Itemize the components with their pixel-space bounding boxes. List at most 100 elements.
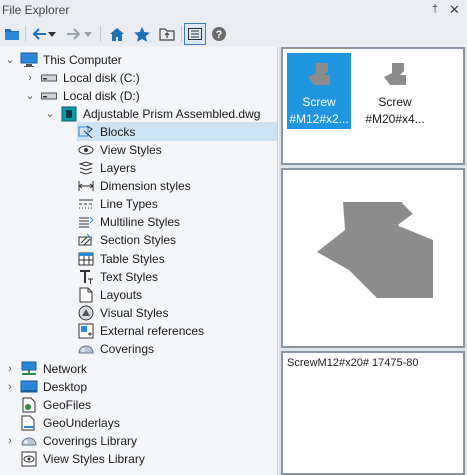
section-styles-icon (77, 231, 95, 249)
back-dropdown-icon[interactable] (45, 23, 59, 45)
tree-item-view-styles-library[interactable]: View Styles Library (0, 449, 277, 468)
tree-item-label: Section Styles (100, 232, 177, 247)
tree-item-text-styles[interactable]: Text Styles (77, 267, 277, 286)
tree-item-label: GeoUnderlays (43, 415, 120, 430)
tree-item-blocks[interactable]: Blocks (77, 122, 277, 141)
open-folder-icon[interactable] (1, 23, 23, 45)
tree-item-label: GeoFiles (43, 397, 92, 412)
description-panel: ScrewM12#x20# 17475-80 (281, 351, 465, 475)
toolbar-separator (25, 26, 26, 42)
tree-item-label: Adjustable Prism Assembled.dwg (83, 106, 261, 121)
forward-dropdown-icon[interactable] (81, 23, 95, 45)
tree-item-this-computer[interactable]: ⌄ This Computer (0, 50, 277, 69)
blocks-icon (77, 123, 95, 141)
preview-panel (281, 168, 465, 348)
layers-icon (77, 159, 95, 177)
tree-item-local-disk-d[interactable]: ⌄ Local disk (D:) (0, 86, 277, 105)
block-thumbnail[interactable]: Screw #M12#x2... (287, 53, 351, 129)
tree-item-label: Layers (100, 160, 137, 175)
tree-item-geofiles[interactable]: GeoFiles (0, 395, 277, 414)
pin-icon[interactable]: † (432, 3, 438, 15)
collapse-arrow-icon[interactable]: ⌄ (25, 90, 35, 102)
toolbar-separator (100, 26, 101, 42)
multiline-styles-icon (77, 213, 95, 231)
block-thumbnail[interactable]: Screw #M20#x4... (363, 53, 427, 129)
tree-item-label: Visual Styles (100, 305, 169, 320)
tree-item-geounderlays[interactable]: GeoUnderlays (0, 413, 277, 432)
tree-item-network[interactable]: › Network (0, 359, 277, 378)
tree-item-view-styles[interactable]: View Styles (77, 140, 277, 159)
tree-item-label: Table Styles (100, 251, 165, 266)
tree-item-label: Multiline Styles (100, 214, 181, 229)
expand-arrow-icon[interactable]: › (25, 72, 35, 84)
computer-icon (20, 51, 38, 69)
coverings-library-icon (20, 432, 38, 450)
tree-item-desktop[interactable]: › Desktop (0, 377, 277, 396)
tree-item-label: View Styles Library (43, 451, 145, 466)
tree-item-external-references[interactable]: External references (77, 321, 277, 340)
view-details-icon[interactable] (184, 23, 206, 45)
table-styles-icon (77, 250, 95, 268)
dwg-file-icon (60, 105, 78, 123)
tree-item-dwg-file[interactable]: ⌄ Adjustable Prism Assembled.dwg (0, 104, 277, 123)
toolbar: ? (0, 22, 467, 46)
tree-item-label: Line Types (100, 196, 158, 211)
block-preview-image (317, 200, 433, 298)
tree-item-label: View Styles (100, 142, 162, 157)
expand-arrow-icon[interactable]: › (5, 435, 15, 447)
desktop-icon (20, 378, 38, 396)
thumbnail-label: #M12#x2... (289, 112, 349, 126)
coverings-icon (77, 340, 95, 358)
tree-item-local-disk-c[interactable]: › Local disk (C:) (0, 68, 277, 87)
tree-item-dimension-styles[interactable]: Dimension styles (77, 176, 277, 195)
thumbnail-label: Screw (302, 95, 336, 109)
block-preview-icon (377, 57, 413, 93)
tree-item-label: Coverings Library (43, 433, 138, 448)
help-icon[interactable]: ? (208, 23, 230, 45)
tree-item-section-styles[interactable]: Section Styles (77, 230, 277, 249)
block-description: ScrewM12#x20# 17475-80 (287, 357, 419, 369)
tree-item-label: Desktop (43, 379, 88, 394)
tree-item-layouts[interactable]: Layouts (77, 285, 277, 304)
thumbnail-label: #M20#x4... (365, 112, 425, 126)
tree-item-table-styles[interactable]: Table Styles (77, 249, 277, 268)
geounderlays-icon (20, 414, 38, 432)
tree-item-label: External references (100, 323, 205, 338)
network-icon (20, 360, 38, 378)
right-pane: Screw #M12#x2... Screw #M20#x4... ScrewM… (279, 47, 467, 475)
tree-item-label: This Computer (43, 52, 122, 67)
folder-up-icon[interactable] (156, 23, 178, 45)
visual-styles-icon (77, 304, 95, 322)
line-types-icon (77, 195, 95, 213)
drive-icon (40, 69, 58, 87)
favorites-star-icon[interactable] (131, 23, 153, 45)
expand-arrow-icon[interactable]: › (5, 363, 15, 375)
folder-tree: ⌄ This Computer › Local disk (C:) ⌄ Loca… (0, 47, 278, 475)
geofiles-icon (20, 396, 38, 414)
home-icon[interactable] (106, 23, 128, 45)
view-styles-icon (77, 141, 95, 159)
svg-text:?: ? (216, 29, 223, 41)
tree-item-line-types[interactable]: Line Types (77, 194, 277, 213)
dimension-styles-icon (77, 177, 95, 195)
tree-item-label: Local disk (C:) (63, 70, 140, 85)
tree-item-coverings-library[interactable]: › Coverings Library (0, 431, 277, 450)
tree-item-multiline-styles[interactable]: Multiline Styles (77, 212, 277, 231)
tree-item-coverings[interactable]: Coverings (77, 339, 277, 358)
tree-item-layers[interactable]: Layers (77, 158, 277, 177)
external-references-icon (77, 322, 95, 340)
close-icon[interactable]: ✕ (449, 2, 460, 18)
view-styles-library-icon (20, 450, 38, 468)
toolbar-separator (181, 26, 182, 42)
tree-item-label: Coverings (100, 341, 155, 356)
layouts-icon (77, 286, 95, 304)
tree-item-label: Dimension styles (100, 178, 191, 193)
thumbnail-label: Screw (378, 95, 412, 109)
tree-item-label: Blocks (100, 124, 136, 139)
title-bar: File Explorer † ✕ (0, 0, 467, 22)
collapse-arrow-icon[interactable]: ⌄ (45, 108, 55, 120)
drive-icon (40, 87, 58, 105)
expand-arrow-icon[interactable]: › (5, 381, 15, 393)
tree-item-visual-styles[interactable]: Visual Styles (77, 303, 277, 322)
collapse-arrow-icon[interactable]: ⌄ (5, 54, 15, 66)
